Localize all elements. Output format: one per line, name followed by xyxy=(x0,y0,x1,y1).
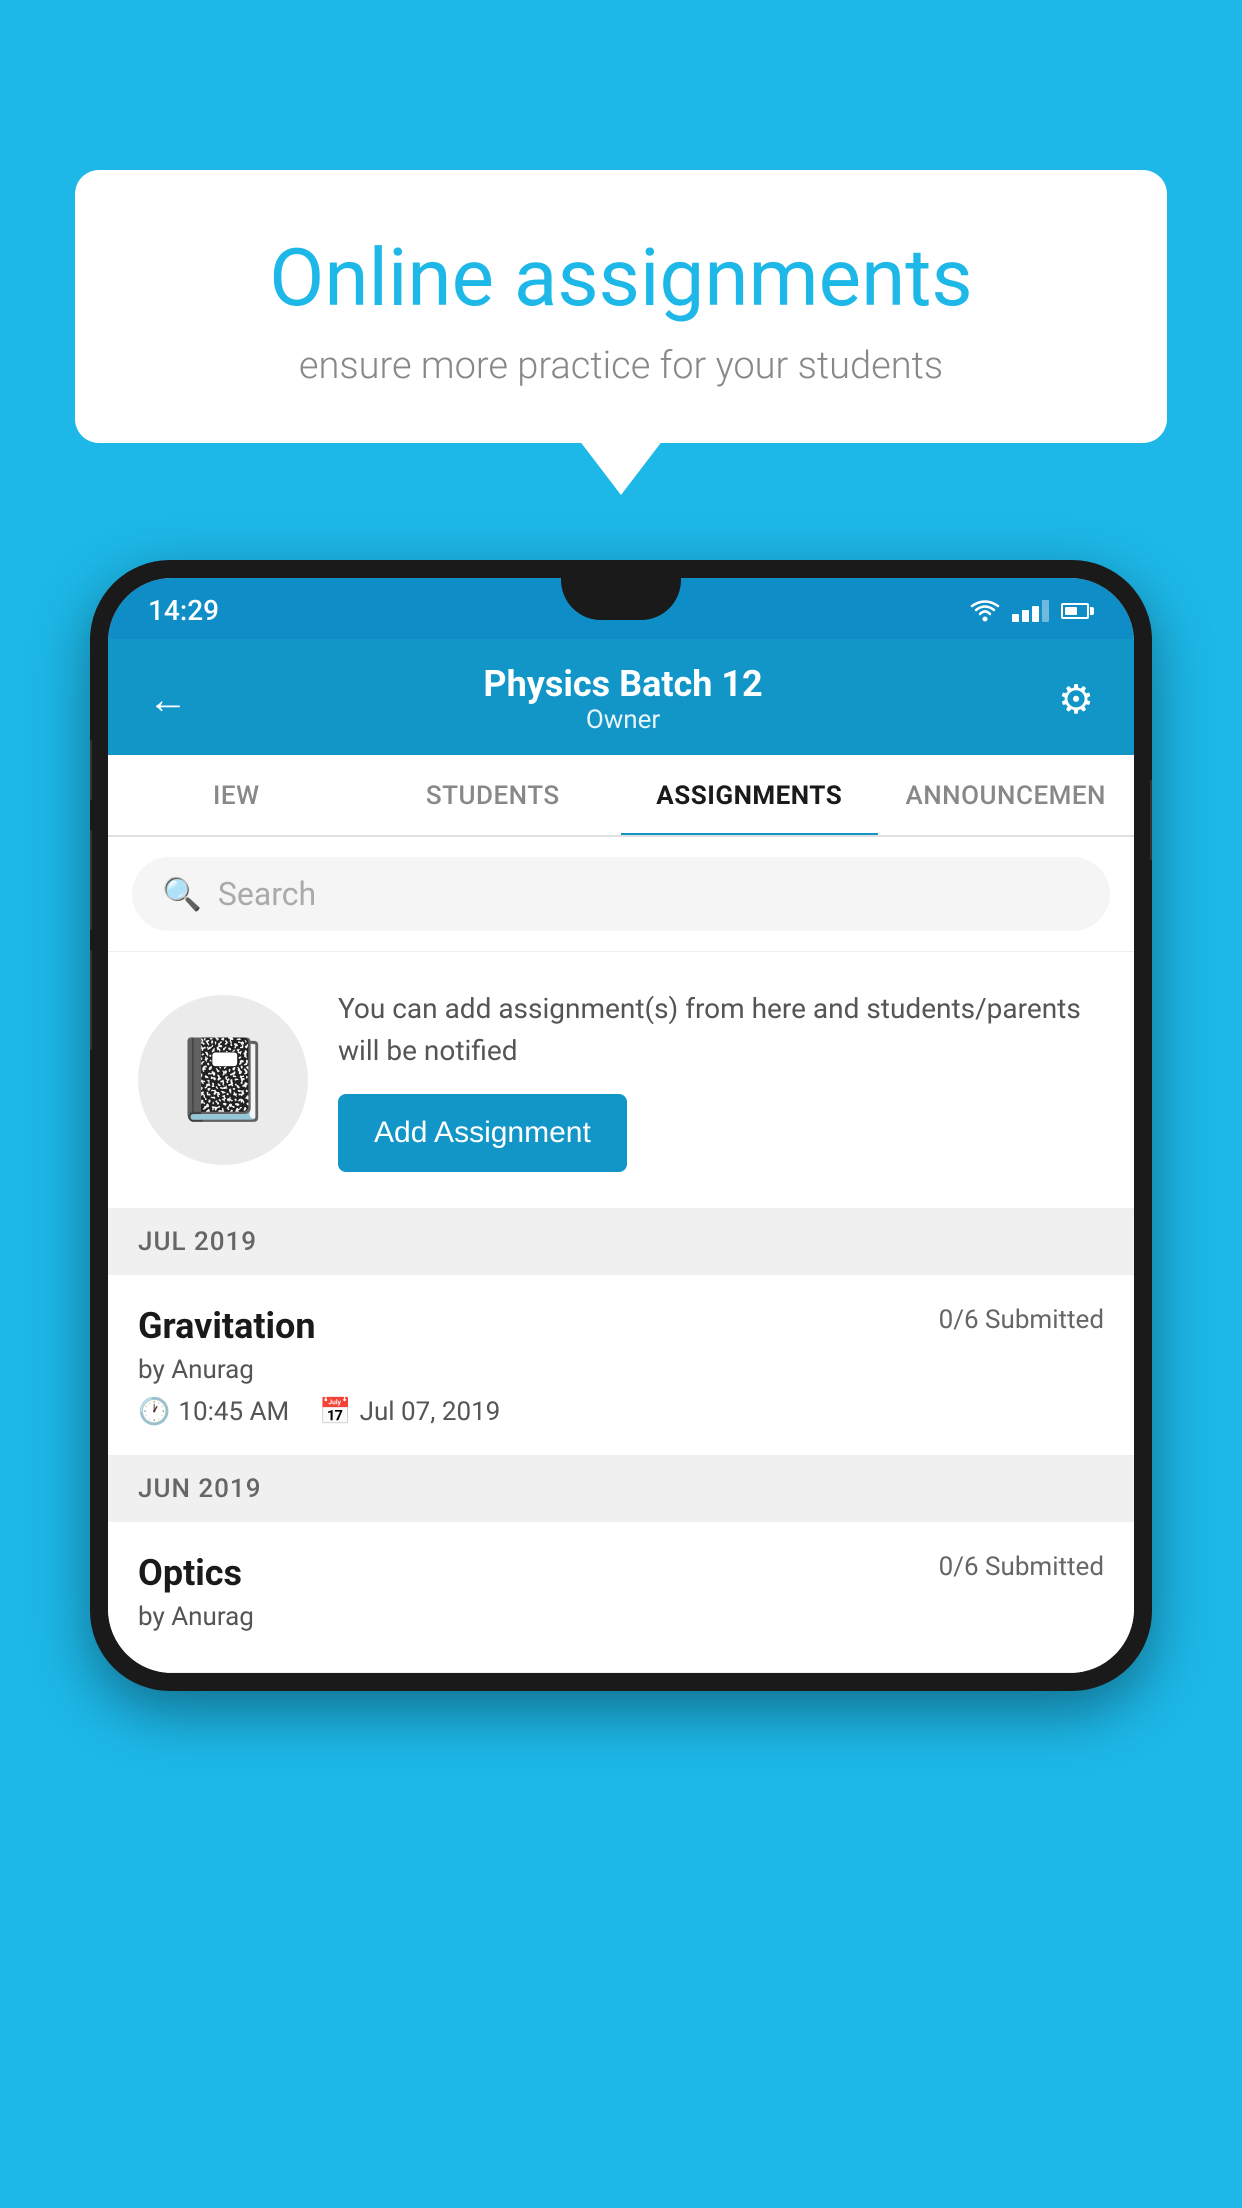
status-time: 14:29 xyxy=(148,594,219,627)
assignment-name-optics: Optics xyxy=(138,1552,242,1594)
assignment-submitted-gravitation: 0/6 Submitted xyxy=(939,1305,1104,1335)
volume-up-button xyxy=(90,740,92,800)
notebook-icon: 📓 xyxy=(173,1033,273,1127)
promo-content: You can add assignment(s) from here and … xyxy=(338,988,1104,1172)
tab-announcements[interactable]: ANNOUNCEMEN xyxy=(878,755,1135,835)
assignment-meta-gravitation: 🕐 10:45 AM 📅 Jul 07, 2019 xyxy=(138,1397,1104,1427)
assignment-submitted-optics: 0/6 Submitted xyxy=(939,1552,1104,1582)
battery-icon xyxy=(1061,603,1094,619)
wifi-icon xyxy=(970,600,1000,622)
tab-students[interactable]: STUDENTS xyxy=(365,755,622,835)
add-assignment-button[interactable]: Add Assignment xyxy=(338,1094,627,1172)
batch-title: Physics Batch 12 xyxy=(483,663,762,705)
speech-bubble: Online assignments ensure more practice … xyxy=(75,170,1167,443)
tabs-bar: IEW STUDENTS ASSIGNMENTS ANNOUNCEMEN xyxy=(108,755,1134,837)
volume-down-button xyxy=(90,830,92,930)
assignment-time-gravitation: 🕐 10:45 AM xyxy=(138,1397,289,1427)
speech-bubble-container: Online assignments ensure more practice … xyxy=(75,170,1167,443)
date-value-gravitation: Jul 07, 2019 xyxy=(360,1397,501,1427)
power-button xyxy=(1150,780,1152,860)
owner-label: Owner xyxy=(483,705,762,735)
search-icon: 🔍 xyxy=(162,875,202,913)
assignment-item-optics[interactable]: Optics 0/6 Submitted by Anurag xyxy=(108,1522,1134,1673)
silent-button xyxy=(90,950,92,1050)
assignment-by-gravitation: by Anurag xyxy=(138,1355,1104,1385)
bubble-subtitle: ensure more practice for your students xyxy=(145,344,1097,388)
calendar-icon: 📅 xyxy=(319,1397,351,1427)
phone-mockup: 14:29 xyxy=(90,560,1152,1691)
app-header: ← Physics Batch 12 Owner ⚙ xyxy=(108,639,1134,755)
time-value-gravitation: 10:45 AM xyxy=(178,1397,289,1427)
search-input-container[interactable]: 🔍 Search xyxy=(132,857,1110,931)
promo-icon-circle: 📓 xyxy=(138,995,308,1165)
signal-icon xyxy=(1012,600,1049,622)
section-header-jun: JUN 2019 xyxy=(108,1456,1134,1522)
promo-text: You can add assignment(s) from here and … xyxy=(338,988,1104,1072)
clock-icon: 🕐 xyxy=(138,1397,170,1427)
status-icons xyxy=(970,600,1094,622)
assignment-by-optics: by Anurag xyxy=(138,1602,1104,1632)
phone-screen: 14:29 xyxy=(108,578,1134,1673)
settings-icon[interactable]: ⚙ xyxy=(1058,676,1094,723)
back-button[interactable]: ← xyxy=(148,676,188,723)
assignment-item-gravitation[interactable]: Gravitation 0/6 Submitted by Anurag 🕐 10… xyxy=(108,1275,1134,1456)
assignment-top-row-optics: Optics 0/6 Submitted xyxy=(138,1552,1104,1594)
assignment-top-row: Gravitation 0/6 Submitted xyxy=(138,1305,1104,1347)
assignment-date-gravitation: 📅 Jul 07, 2019 xyxy=(319,1397,500,1427)
phone-body: 14:29 xyxy=(90,560,1152,1691)
tab-assignments[interactable]: ASSIGNMENTS xyxy=(621,755,878,837)
bubble-title: Online assignments xyxy=(145,230,1097,326)
search-bar: 🔍 Search xyxy=(108,837,1134,952)
section-header-jul: JUL 2019 xyxy=(108,1209,1134,1275)
assignment-name-gravitation: Gravitation xyxy=(138,1305,316,1347)
header-center: Physics Batch 12 Owner xyxy=(483,663,762,735)
search-placeholder: Search xyxy=(218,875,316,913)
tab-iew[interactable]: IEW xyxy=(108,755,365,835)
promo-section: 📓 You can add assignment(s) from here an… xyxy=(108,952,1134,1209)
